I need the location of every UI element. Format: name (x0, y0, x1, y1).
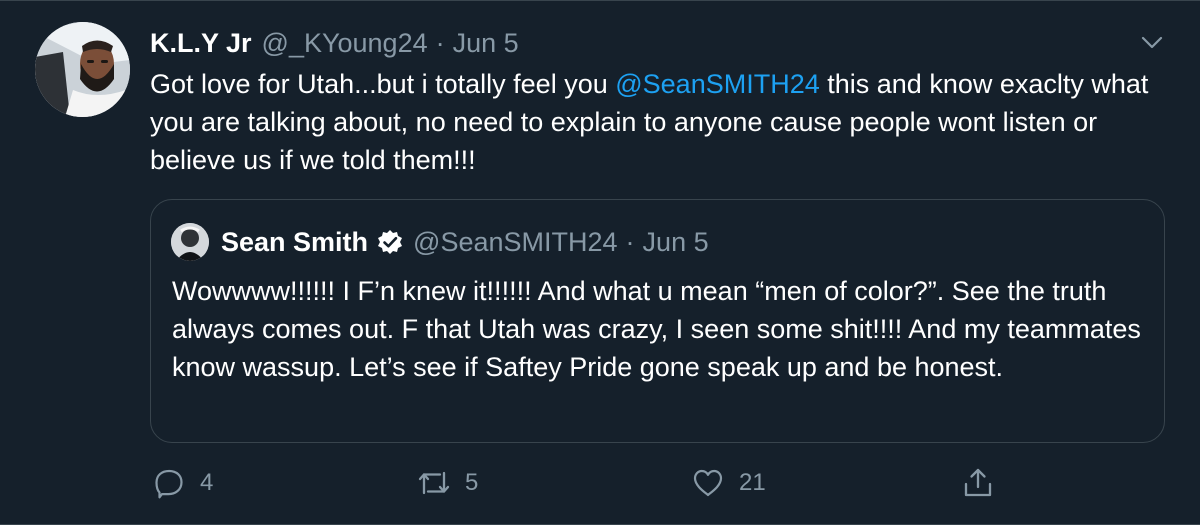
author-avatar[interactable] (35, 22, 130, 117)
quoted-header-separator: · (625, 227, 635, 257)
quoted-author-display-name[interactable]: Sean Smith (221, 225, 368, 259)
quoted-tweet-card[interactable]: Sean Smith @SeanSMITH24 · Jun 5 Wowwww!!… (150, 199, 1165, 443)
author-handle[interactable]: @_KYoung24 (262, 25, 428, 61)
header-separator: · (435, 28, 445, 58)
reply-button[interactable]: 4 (152, 463, 213, 503)
like-button[interactable]: 21 (691, 463, 766, 503)
retweet-count: 5 (465, 469, 479, 496)
quoted-author-avatar[interactable] (171, 223, 209, 261)
tweet-date[interactable]: Jun 5 (453, 25, 519, 61)
tweet-text: Got love for Utah...but i totally feel y… (150, 65, 1150, 179)
like-count: 21 (739, 469, 766, 496)
quoted-author-handle[interactable]: @SeanSMITH24 (413, 225, 618, 259)
share-button[interactable] (961, 463, 995, 503)
chevron-down-icon (1141, 36, 1163, 49)
verified-badge-icon (378, 230, 403, 254)
mention-link[interactable]: @SeanSMITH24 (615, 69, 820, 99)
tweet-menu-button[interactable] (1138, 28, 1166, 56)
tweet-header: K.L.Y Jr @_KYoung24 · Jun 5 (150, 25, 519, 61)
quoted-tweet-text: Wowwww!!!!!! I F’n knew it!!!!!! And wha… (172, 276, 1141, 382)
author-display-name[interactable]: K.L.Y Jr (150, 25, 252, 61)
retweet-icon (418, 471, 450, 495)
share-icon (964, 468, 992, 497)
reply-count: 4 (200, 469, 214, 496)
reply-icon (155, 469, 183, 499)
heart-icon (693, 469, 723, 497)
quoted-tweet-date[interactable]: Jun 5 (643, 225, 709, 259)
tweet-actions: 4 5 21 (0, 463, 1200, 503)
retweet-button[interactable]: 5 (417, 463, 478, 503)
tweet-card[interactable]: K.L.Y Jr @_KYoung24 · Jun 5 Got love for… (0, 0, 1200, 525)
tweet-text-before-mention: Got love for Utah...but i totally feel y… (150, 69, 616, 99)
quoted-tweet-header: Sean Smith @SeanSMITH24 · Jun 5 (221, 225, 709, 259)
